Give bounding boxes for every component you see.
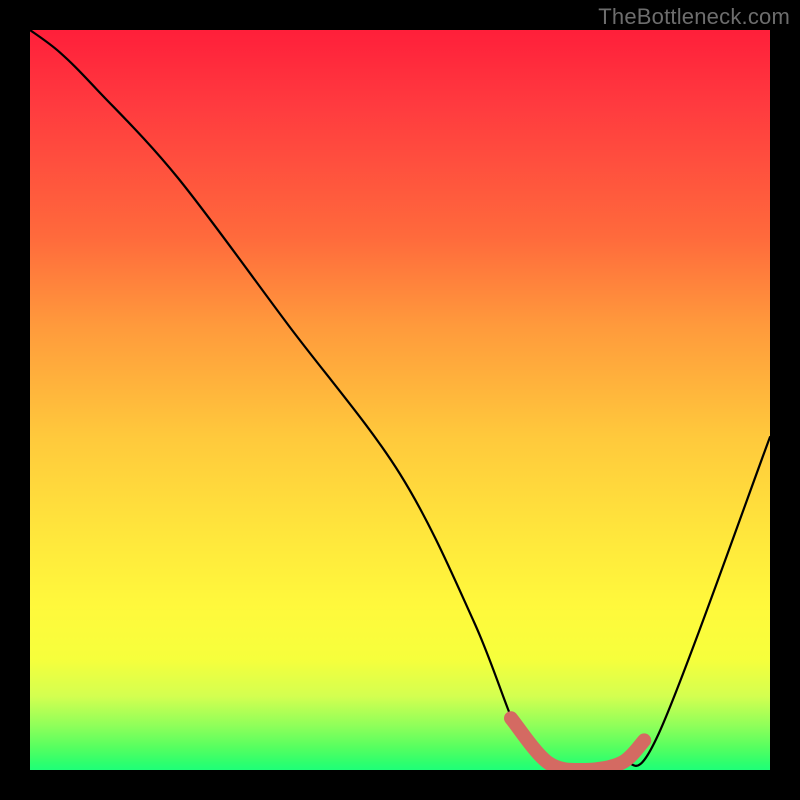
highlight-segment-path bbox=[511, 718, 644, 770]
bottleneck-curve-path bbox=[30, 30, 770, 770]
curve-svg bbox=[30, 30, 770, 770]
plot-area bbox=[30, 30, 770, 770]
watermark-label: TheBottleneck.com bbox=[598, 4, 790, 30]
chart-frame: TheBottleneck.com bbox=[0, 0, 800, 800]
